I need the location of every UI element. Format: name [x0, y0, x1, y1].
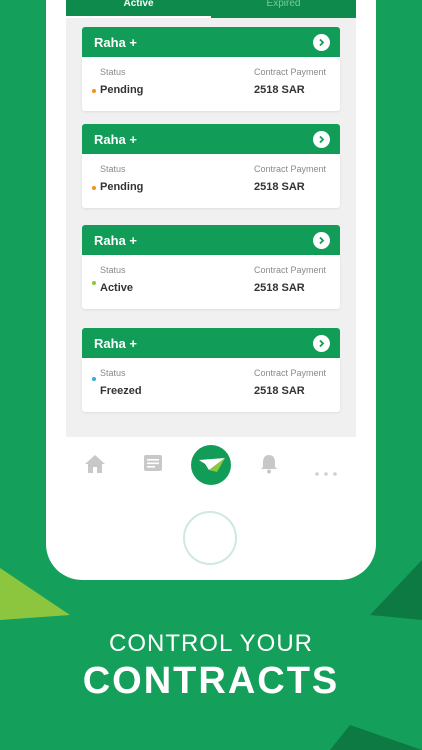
background-shard-bottom — [330, 725, 422, 750]
status-dot — [92, 89, 96, 93]
home-icon[interactable] — [84, 454, 106, 479]
contract-card[interactable]: Raha + Status Contract Payment Active 25… — [82, 225, 340, 309]
payment-value: 2518 SAR — [254, 282, 305, 294]
tab-expired[interactable]: Expired — [211, 0, 356, 18]
contract-card-body: Status Contract Payment Freezed 2518 SAR — [82, 358, 340, 412]
payment-value: 2518 SAR — [254, 181, 305, 193]
contract-title: Raha + — [94, 132, 137, 147]
status-value: Pending — [100, 84, 144, 96]
chevron-right-icon[interactable] — [313, 131, 330, 148]
contract-card-header: Raha + — [82, 27, 340, 57]
send-button[interactable] — [191, 445, 231, 485]
phone-home-button — [183, 511, 237, 565]
tab-active[interactable]: Active — [66, 0, 211, 18]
contract-card-header: Raha + — [82, 328, 340, 358]
contract-card-header: Raha + — [82, 124, 340, 154]
contract-title: Raha + — [94, 336, 137, 351]
payment-label: Contract Payment — [254, 265, 327, 275]
app-screen: Active Expired Raha + Status Contract Pa… — [66, 0, 356, 492]
status-label: Status — [100, 164, 126, 174]
bottom-navigation — [66, 437, 356, 492]
status-value: Active — [100, 282, 134, 294]
chevron-right-icon[interactable] — [313, 335, 330, 352]
contract-card-header: Raha + — [82, 225, 340, 255]
status-label: Status — [100, 67, 126, 77]
payment-label: Contract Payment — [254, 368, 327, 378]
payment-label: Contract Payment — [254, 67, 327, 77]
status-dot — [92, 377, 96, 381]
status-label: Status — [100, 368, 126, 378]
payment-value: 2518 SAR — [254, 84, 305, 96]
payment-label: Contract Payment — [254, 164, 327, 174]
send-icon — [199, 458, 225, 472]
contract-card[interactable]: Raha + Status Contract Payment Pending 2… — [82, 27, 340, 111]
headline-line2: CONTRACTS — [82, 660, 340, 702]
contract-card[interactable]: Raha + Status Contract Payment Freezed 2… — [82, 328, 340, 412]
contract-tabs: Active Expired — [66, 0, 356, 18]
contract-card[interactable]: Raha + Status Contract Payment Pending 2… — [82, 124, 340, 208]
more-icon[interactable] — [315, 463, 337, 481]
contract-card-body: Status Contract Payment Pending 2518 SAR — [82, 57, 340, 111]
status-dot — [92, 281, 96, 285]
status-label: Status — [100, 265, 126, 275]
bell-icon[interactable] — [259, 454, 279, 479]
payment-value: 2518 SAR — [254, 385, 305, 397]
status-dot — [92, 186, 96, 190]
document-icon[interactable] — [143, 454, 163, 477]
contract-card-body: Status Contract Payment Active 2518 SAR — [82, 255, 340, 309]
contract-title: Raha + — [94, 233, 137, 248]
headline-line1: CONTROL YOUR — [108, 630, 314, 657]
contract-card-body: Status Contract Payment Pending 2518 SAR — [82, 154, 340, 208]
contract-title: Raha + — [94, 35, 137, 50]
chevron-right-icon[interactable] — [313, 34, 330, 51]
chevron-right-icon[interactable] — [313, 232, 330, 249]
status-value: Pending — [100, 181, 144, 193]
status-value: Freezed — [100, 385, 142, 397]
